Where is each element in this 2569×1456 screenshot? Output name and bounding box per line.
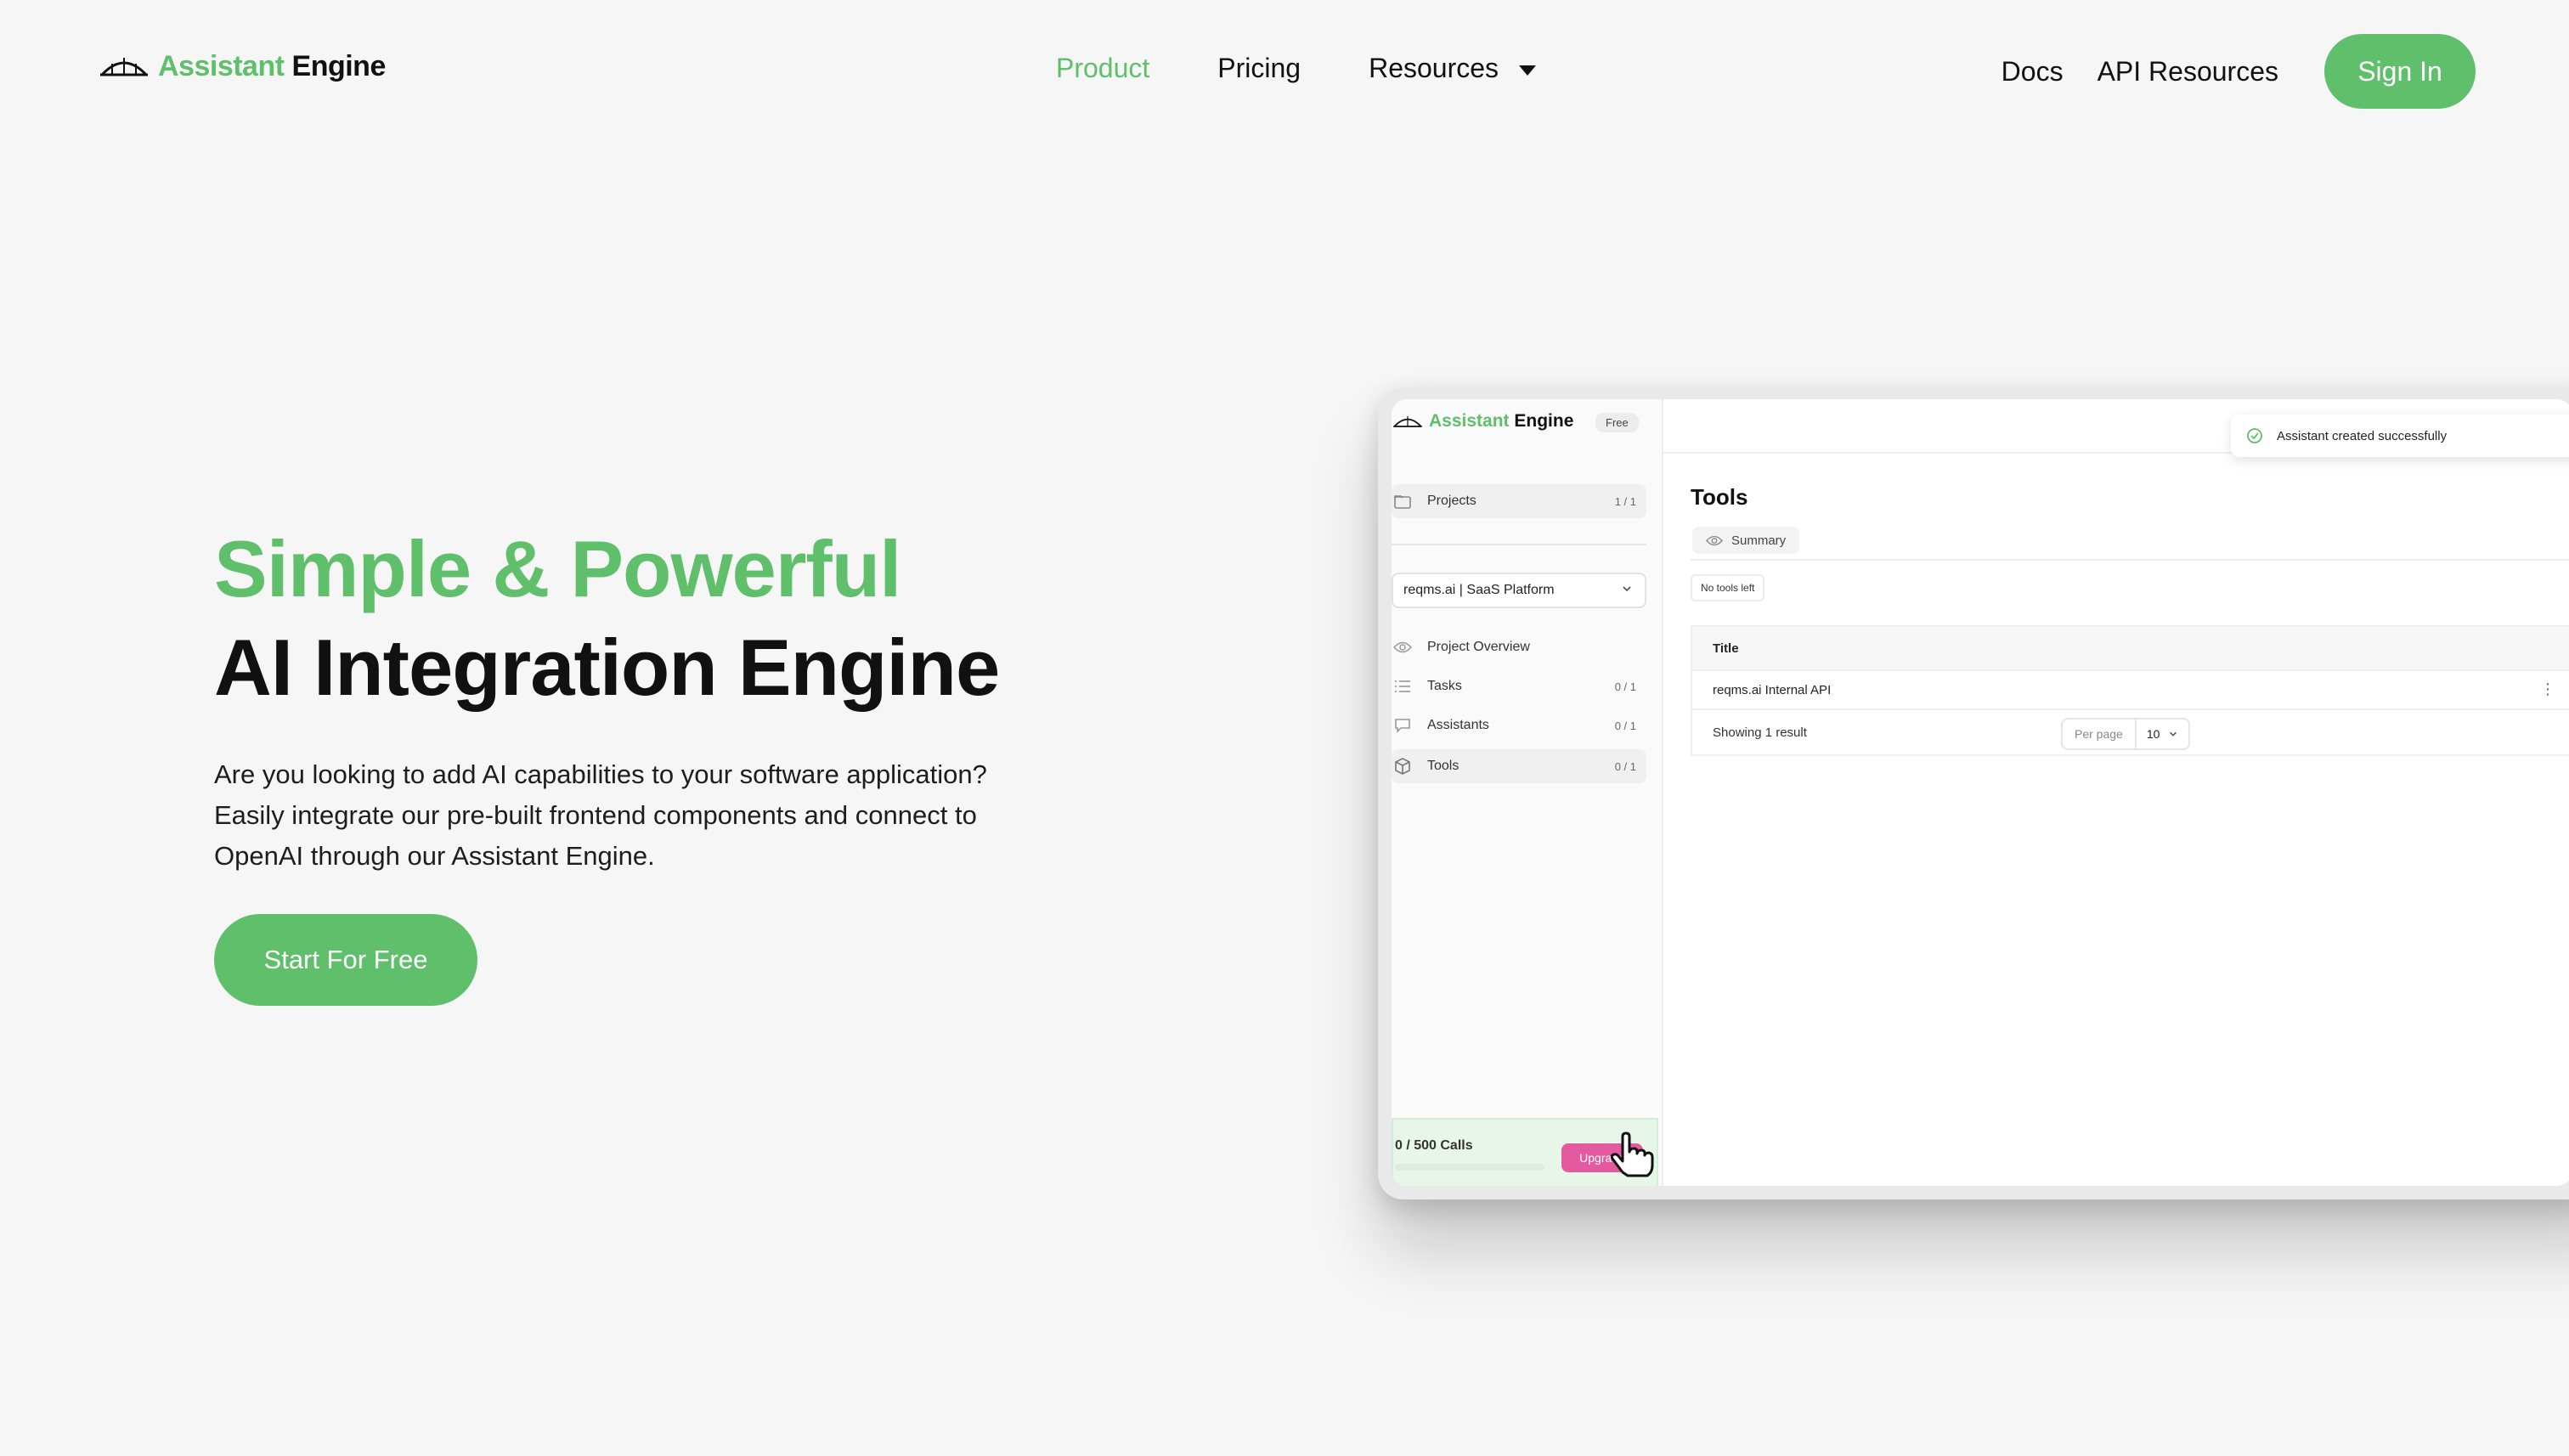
- project-select[interactable]: reqms.ai | SaaS Platform: [1392, 573, 1646, 608]
- toast-message: Assistant created successfully: [2277, 428, 2448, 443]
- no-tools-badge: No tools left: [1691, 574, 1765, 601]
- sidebar-item-assistants[interactable]: Assistants 0 / 1: [1392, 708, 1646, 742]
- sidebar-item-tools[interactable]: Tools 0 / 1: [1392, 749, 1646, 783]
- sidebar-item-label: Tasks: [1427, 679, 1462, 693]
- sidebar-item-count: 0 / 1: [1614, 719, 1636, 732]
- brand-name: Assistant Engine: [158, 50, 386, 83]
- sidebar-divider: [1392, 544, 1646, 545]
- sign-in-button[interactable]: Sign In: [2324, 34, 2476, 109]
- tab-label: Summary: [1731, 533, 1787, 548]
- sidebar-item-label: Tools: [1427, 759, 1460, 773]
- table-header: Title: [1692, 627, 2569, 671]
- sidebar-item-count: 0 / 1: [1614, 759, 1636, 773]
- table-row[interactable]: reqms.ai Internal API ⋮: [1692, 671, 2569, 710]
- app-preview-device: Assistant Engine Free Projects 1 / 1 req…: [1378, 387, 2569, 1199]
- per-page-value: 10: [2137, 727, 2189, 741]
- nav-resources-label: Resources: [1369, 53, 1499, 83]
- per-page-label: Per page: [2063, 720, 2137, 748]
- eye-icon: [1706, 535, 1723, 545]
- sidebar-item-tasks[interactable]: Tasks 0 / 1: [1392, 669, 1646, 703]
- app-brand-name: Assistant Engine: [1429, 411, 1573, 432]
- result-count: Showing 1 result: [1713, 725, 1807, 740]
- bridge-logo-icon: [100, 58, 148, 76]
- project-select-value: reqms.ai | SaaS Platform: [1403, 583, 1555, 597]
- chevron-down-icon: [1623, 586, 1631, 592]
- eye-icon: [1393, 638, 1412, 657]
- nav-product[interactable]: Product: [1056, 53, 1149, 84]
- sidebar-item-projects[interactable]: Projects 1 / 1: [1392, 484, 1646, 518]
- cube-icon: [1393, 757, 1412, 776]
- nav-api-resources[interactable]: API Resources: [2098, 56, 2278, 87]
- sidebar-item-project-overview[interactable]: Project Overview: [1392, 630, 1646, 664]
- kebab-menu-icon[interactable]: ⋮: [2540, 681, 2555, 697]
- check-circle-icon: [2247, 428, 2262, 443]
- hero-title-line1: Simple & Powerful: [214, 524, 901, 613]
- chat-icon: [1393, 716, 1412, 735]
- per-page-number: 10: [2146, 727, 2160, 741]
- list-icon: [1393, 677, 1412, 696]
- app-sidebar: Assistant Engine Free Projects 1 / 1 req…: [1392, 399, 1663, 1186]
- page-title: Tools: [1691, 484, 1748, 510]
- hero-title-line2: AI Integration Engine: [214, 623, 1000, 712]
- sidebar-item-count: 1 / 1: [1614, 494, 1636, 508]
- nav-docs[interactable]: Docs: [2002, 56, 2064, 87]
- hero-description: Are you looking to add AI capabilities t…: [214, 759, 987, 871]
- tab-summary[interactable]: Summary: [1692, 527, 1800, 554]
- app-brand-part1: Assistant: [1429, 411, 1510, 431]
- hero-section: Simple & Powerful AI Integration Engine …: [214, 520, 1106, 1006]
- success-toast: Assistant created successfully: [2231, 415, 2569, 457]
- per-page-select[interactable]: Per page 10: [2061, 718, 2191, 750]
- app-brand-part2: Engine: [1514, 411, 1574, 431]
- start-for-free-button[interactable]: Start For Free: [214, 914, 477, 1006]
- sidebar-item-label: Assistants: [1427, 718, 1489, 732]
- nav-right: Docs API Resources Sign In: [2002, 34, 2476, 109]
- sidebar-item-label: Project Overview: [1427, 640, 1530, 654]
- usage-calls: 0 / 500 Calls: [1395, 1138, 1473, 1153]
- tools-table: Title reqms.ai Internal API ⋮ Showing 1 …: [1691, 625, 2569, 756]
- top-nav: Assistant Engine Product Pricing Resourc…: [0, 0, 2569, 144]
- usage-progress-bar: [1395, 1164, 1544, 1171]
- sidebar-item-label: Projects: [1427, 494, 1476, 508]
- table-footer: Showing 1 result Per page 10: [1692, 710, 2569, 754]
- hand-cursor-icon: [1610, 1132, 1654, 1177]
- caret-down-icon: [1519, 65, 1537, 76]
- app-brand: Assistant Engine: [1393, 411, 1573, 432]
- brand-name-part2: Engine: [291, 49, 387, 82]
- brand-name-part1: Assistant: [158, 49, 285, 82]
- app-preview-screen: Assistant Engine Free Projects 1 / 1 req…: [1392, 399, 2569, 1186]
- nav-pricing[interactable]: Pricing: [1217, 53, 1301, 84]
- folder-icon: [1393, 492, 1412, 511]
- bridge-logo-icon: [1393, 416, 1422, 427]
- main-menu: Product Pricing Resources: [1056, 53, 1537, 84]
- brand-logo[interactable]: Assistant Engine: [100, 49, 386, 83]
- sidebar-item-count: 0 / 1: [1614, 680, 1636, 693]
- app-main: Assistant created successfully Tools Sum…: [1662, 399, 2569, 1186]
- plan-badge: Free: [1595, 413, 1639, 432]
- nav-resources[interactable]: Resources: [1369, 53, 1537, 84]
- table-cell-title: reqms.ai Internal API: [1713, 682, 1832, 697]
- chevron-down-icon: [2170, 731, 2177, 736]
- column-header-title: Title: [1713, 641, 1739, 656]
- tab-divider: [1691, 559, 2569, 561]
